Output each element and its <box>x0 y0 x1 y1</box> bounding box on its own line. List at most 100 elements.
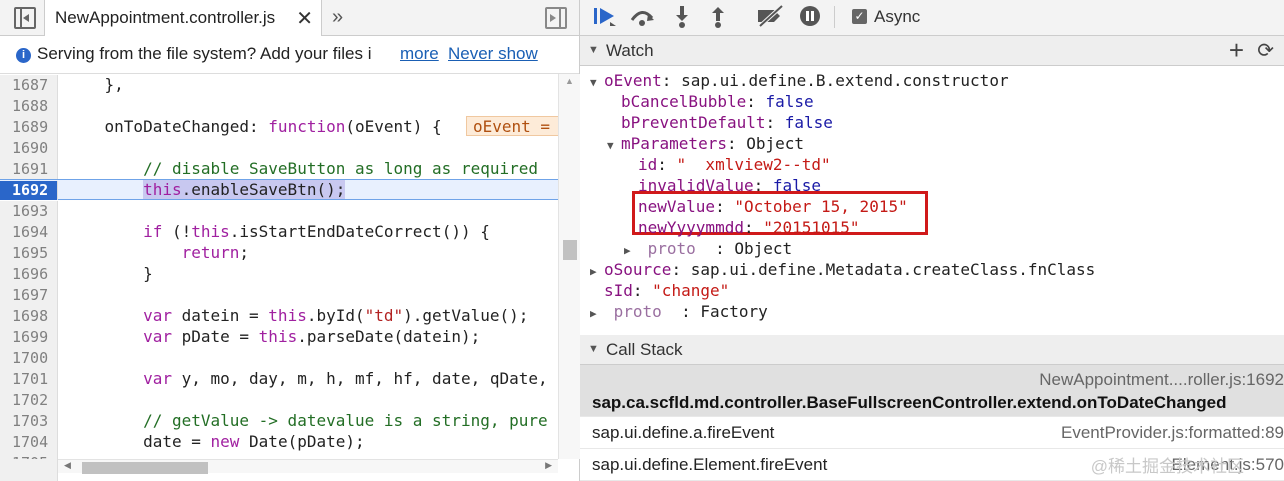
step-out-icon[interactable] <box>710 4 726 34</box>
watch-separator: : <box>661 71 682 90</box>
debugger-sidebar: ✓ Async ▼ Watch + ⟳ ▼ oEvent: sap.ui.defi… <box>580 0 1284 481</box>
watch-row[interactable]: invalidValue: false <box>580 175 1284 196</box>
watch-separator: : <box>632 281 653 300</box>
watch-row[interactable]: ▼ oEvent: sap.ui.define.B.extend.construc… <box>580 70 1284 91</box>
file-tab[interactable]: NewAppointment.controller.js ✕ <box>44 0 322 36</box>
debugger-sidebar-toggle-icon[interactable] <box>545 7 567 29</box>
line-number[interactable]: 1701 <box>0 369 58 390</box>
code-line[interactable]: 1693 <box>0 200 558 222</box>
line-number[interactable]: 1687 <box>0 75 58 96</box>
watch-separator: : <box>681 302 701 321</box>
navigator-toggle-icon[interactable] <box>14 7 36 29</box>
code-line[interactable]: 1701 var y, mo, day, m, h, mf, hf, date,… <box>0 368 558 390</box>
code-editor[interactable]: 1687 }, 1688 1689 onToDateChanged: functio… <box>0 74 558 459</box>
refresh-icon[interactable]: ⟳ <box>1257 38 1274 63</box>
expanded-icon[interactable]: ▼ <box>590 72 604 93</box>
code-line[interactable]: 1692 this.enableSaveBtn(); <box>0 179 558 200</box>
watch-row[interactable]: ▶ proto : Object <box>580 238 1284 259</box>
code-text: if (!this.isStartEndDateCorrect()) { <box>143 222 490 241</box>
line-number[interactable]: 1695 <box>0 243 58 264</box>
watch-row[interactable]: id: " xmlview2--td" <box>580 154 1284 175</box>
line-number[interactable]: 1690 <box>0 138 58 159</box>
call-stack-frame[interactable]: sap.ui.define.a.fireEvent EventProvider.j… <box>580 417 1284 449</box>
frame-location[interactable]: EventProvider.js:formatted:89 <box>1061 423 1284 443</box>
code-line[interactable]: 1689 onToDateChanged: function(oEvent) {… <box>0 116 558 138</box>
code-line[interactable]: 1694 if (!this.isStartEndDateCorrect()) … <box>0 221 558 243</box>
step-into-icon[interactable] <box>674 4 690 34</box>
line-number[interactable]: 1700 <box>0 348 58 369</box>
code-line[interactable]: 1687 }, <box>0 74 558 96</box>
code-line[interactable]: 1697 <box>0 284 558 306</box>
line-number[interactable]: 1688 <box>0 96 58 117</box>
watch-section-header[interactable]: ▼ Watch + ⟳ <box>580 36 1284 66</box>
more-tabs-icon[interactable]: » <box>332 6 343 29</box>
frame-location[interactable]: NewAppointment....roller.js:1692 <box>1039 370 1284 390</box>
watch-separator: : <box>726 134 747 153</box>
line-number[interactable]: 1696 <box>0 264 58 285</box>
watch-tree: ▼ oEvent: sap.ui.define.B.extend.construc… <box>580 66 1284 344</box>
scroll-right-icon[interactable]: ▶ <box>545 460 552 471</box>
code-line[interactable]: 1705 <box>0 452 558 459</box>
line-number[interactable]: 1689 <box>0 117 58 138</box>
code-text: } <box>66 264 153 283</box>
scroll-left-icon[interactable]: ◀ <box>64 460 71 471</box>
line-number[interactable]: 1692 <box>0 181 58 200</box>
code-line[interactable]: 1700 <box>0 347 558 369</box>
collapsed-icon[interactable]: ▶ <box>590 303 604 324</box>
code-line[interactable]: 1695 return; <box>0 242 558 264</box>
never-show-link[interactable]: Never show <box>448 44 538 64</box>
code-line[interactable]: 1703 // getValue -> datevalue is a strin… <box>0 410 558 432</box>
file-tab-label: NewAppointment.controller.js <box>55 8 276 27</box>
source-tab-bar: NewAppointment.controller.js ✕ » <box>0 0 579 36</box>
line-number[interactable]: 1704 <box>0 432 58 453</box>
collapse-icon: ▼ <box>588 343 599 355</box>
code-line[interactable]: 1699 var pDate = this.parseDate(datein); <box>0 326 558 348</box>
watch-row[interactable]: bCancelBubble: false <box>580 91 1284 112</box>
watch-value: Object <box>746 134 805 153</box>
call-stack-frame[interactable]: sap.ca.scfld.md.controller.BaseFullscree… <box>580 365 1284 417</box>
collapsed-icon[interactable]: ▶ <box>590 261 604 282</box>
pause-on-exceptions-icon[interactable] <box>798 4 822 34</box>
step-over-icon[interactable] <box>628 4 656 34</box>
code-line[interactable]: 1688 <box>0 95 558 117</box>
watch-separator: : <box>715 197 735 216</box>
line-number[interactable]: 1694 <box>0 222 58 243</box>
watch-row[interactable]: bPreventDefault: false <box>580 112 1284 133</box>
watch-row[interactable]: ▶ oSource: sap.ui.define.Metadata.createC… <box>580 259 1284 280</box>
watch-row[interactable]: ▼ mParameters: Object <box>580 133 1284 154</box>
deactivate-breakpoints-icon[interactable] <box>756 4 786 34</box>
close-icon[interactable]: ✕ <box>296 6 313 31</box>
expanded-icon[interactable]: ▼ <box>607 135 621 156</box>
line-number[interactable]: 1691 <box>0 159 58 180</box>
collapsed-icon[interactable]: ▶ <box>624 240 638 261</box>
line-number[interactable]: 1697 <box>0 285 58 306</box>
watch-row[interactable]: sId: "change" <box>580 280 1284 301</box>
line-number[interactable]: 1693 <box>0 201 58 222</box>
code-line[interactable]: 1690 <box>0 137 558 159</box>
async-checkbox[interactable]: ✓ <box>852 9 867 24</box>
vertical-scroll-thumb[interactable] <box>563 240 577 260</box>
line-number[interactable]: 1699 <box>0 327 58 348</box>
horizontal-scrollbar[interactable]: ◀ ▶ <box>58 459 558 474</box>
code-line[interactable]: 1696 } <box>0 263 558 285</box>
vertical-scrollbar[interactable]: ▲ <box>558 74 580 459</box>
scroll-up-icon[interactable]: ▲ <box>565 76 574 86</box>
add-watch-icon[interactable]: + <box>1229 36 1244 64</box>
watch-value: "20151015" <box>763 218 860 237</box>
code-line[interactable]: 1698 var datein = this.byId("td").getVal… <box>0 305 558 327</box>
watch-row[interactable]: ▶ proto : Factory <box>580 301 1284 322</box>
watch-row[interactable]: newYyyymmdd: "20151015" <box>580 217 1284 238</box>
line-number[interactable]: 1703 <box>0 411 58 432</box>
line-number[interactable]: 1702 <box>0 390 58 411</box>
call-stack-header[interactable]: ▼ Call Stack <box>580 335 1284 365</box>
code-line[interactable]: 1704 date = new Date(pDate); <box>0 431 558 453</box>
info-more-link[interactable]: more <box>400 44 439 64</box>
code-line[interactable]: 1702 <box>0 389 558 411</box>
watch-row[interactable]: newValue: "October 15, 2015" <box>580 196 1284 217</box>
watch-key: newYyyymmdd <box>638 218 744 237</box>
horizontal-scroll-thumb[interactable] <box>82 462 208 474</box>
code-line[interactable]: 1691 // disable SaveButton as long as re… <box>0 158 558 180</box>
line-number[interactable]: 1698 <box>0 306 58 327</box>
resume-icon[interactable] <box>592 4 618 34</box>
